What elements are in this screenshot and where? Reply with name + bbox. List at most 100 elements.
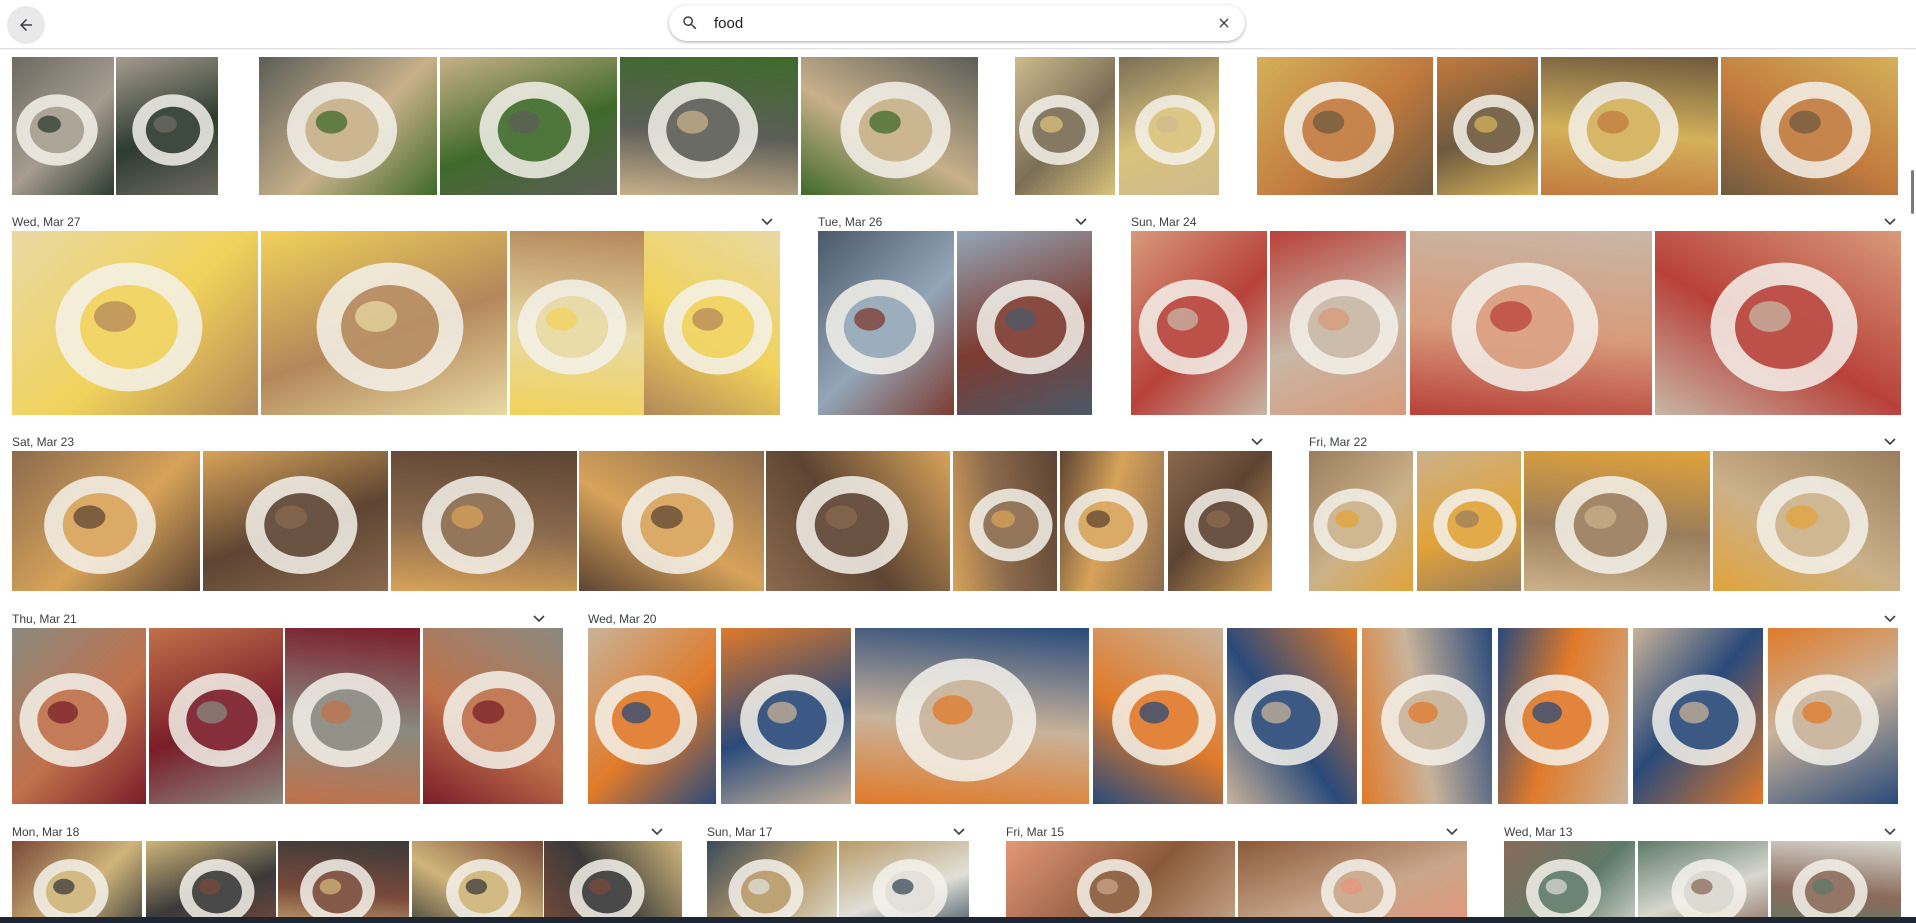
scrollbar-thumb[interactable] <box>1911 170 1914 214</box>
food-highlight-shape <box>650 505 683 529</box>
photo-thumbnail[interactable] <box>12 628 146 804</box>
photo-image <box>1756 476 1869 574</box>
photo-thumbnail[interactable] <box>285 628 420 804</box>
photo-thumbnail[interactable] <box>1131 231 1267 415</box>
back-button[interactable] <box>7 6 45 44</box>
food-highlight-shape <box>932 695 973 725</box>
photo-thumbnail[interactable] <box>1655 231 1901 415</box>
chevron-down-icon[interactable] <box>760 216 774 228</box>
photo-thumbnail[interactable] <box>544 841 682 923</box>
photo-image <box>1652 674 1756 766</box>
photo-thumbnail[interactable] <box>839 841 969 923</box>
photo-thumbnail[interactable] <box>423 628 563 804</box>
photo-thumbnail[interactable] <box>391 451 577 591</box>
photo-thumbnail[interactable] <box>203 451 388 591</box>
photo-thumbnail[interactable] <box>1270 231 1406 415</box>
food-highlight-shape <box>508 110 540 134</box>
photo-thumbnail[interactable] <box>855 628 1089 804</box>
photo-thumbnail[interactable] <box>1633 628 1763 804</box>
photo-thumbnail[interactable] <box>261 231 507 415</box>
photo-thumbnail[interactable] <box>1498 628 1628 804</box>
food-highlight-shape <box>320 701 352 724</box>
chevron-down-icon[interactable] <box>1883 216 1897 228</box>
photo-thumbnail[interactable] <box>146 841 276 923</box>
photo-image <box>1077 859 1152 923</box>
photo-thumbnail[interactable] <box>278 841 409 923</box>
chevron-down-icon[interactable] <box>952 826 966 838</box>
photo-thumbnail[interactable] <box>707 841 837 923</box>
photo-thumbnail[interactable] <box>1119 57 1219 195</box>
chevron-down-icon[interactable] <box>1883 436 1897 448</box>
photo-thumbnail[interactable] <box>1713 451 1900 591</box>
photo-thumbnail[interactable] <box>1060 451 1164 591</box>
photo-thumbnail[interactable] <box>1362 628 1492 804</box>
photo-image <box>1112 674 1216 766</box>
chevron-down-icon[interactable] <box>1445 826 1459 838</box>
photo-thumbnail[interactable] <box>1504 841 1635 923</box>
chevron-down-icon[interactable] <box>1250 436 1264 448</box>
photo-thumbnail[interactable] <box>1238 841 1467 923</box>
photo-thumbnail[interactable] <box>1524 451 1710 591</box>
photo-thumbnail[interactable] <box>1417 451 1521 591</box>
photo-thumbnail[interactable] <box>818 231 954 415</box>
photo-thumbnail[interactable] <box>12 841 142 923</box>
photo-thumbnail[interactable] <box>1227 628 1357 804</box>
photo-image <box>19 673 127 767</box>
date-group: Fri, Mar 29 <box>1015 33 1219 206</box>
photo-thumbnail[interactable] <box>116 57 218 195</box>
photo-thumbnail[interactable] <box>721 628 851 804</box>
photo-thumbnail[interactable] <box>1768 628 1898 804</box>
photo-image <box>1451 262 1599 392</box>
photo-thumbnail[interactable] <box>801 57 978 195</box>
food-highlight-shape <box>1340 878 1363 895</box>
photo-thumbnail[interactable] <box>1309 451 1413 591</box>
photo-thumbnail[interactable] <box>1638 841 1768 923</box>
clear-search-button[interactable] <box>1215 14 1233 32</box>
photo-thumbnail[interactable] <box>412 841 543 923</box>
search-bar <box>669 5 1245 41</box>
chevron-down-icon[interactable] <box>1883 826 1897 838</box>
chevron-down-icon[interactable] <box>650 826 664 838</box>
photo-thumbnail[interactable] <box>259 57 437 195</box>
photo-thumbnail[interactable] <box>1721 57 1898 195</box>
chevron-down-icon[interactable] <box>532 613 546 625</box>
photo-thumbnail[interactable] <box>1168 451 1272 591</box>
photo-thumbnail[interactable] <box>1437 57 1538 195</box>
food-highlight-shape <box>1679 701 1709 724</box>
photo-image <box>300 859 375 923</box>
chevron-down-icon[interactable] <box>1074 216 1088 228</box>
photo-thumbnail[interactable] <box>1015 57 1115 195</box>
photo-thumbnail[interactable] <box>766 451 950 591</box>
photo-thumbnail[interactable] <box>957 231 1092 415</box>
photo-thumbnail[interactable] <box>1006 841 1235 923</box>
food-highlight-shape <box>1086 510 1110 528</box>
food-highlight-shape <box>1139 701 1169 724</box>
photo-thumbnail[interactable] <box>1093 628 1223 804</box>
photo-thumbnail[interactable] <box>1257 57 1433 195</box>
photo-thumbnail[interactable] <box>620 57 798 195</box>
photo-thumbnail[interactable] <box>12 231 258 415</box>
photo-image <box>33 859 109 923</box>
photo-thumbnail[interactable] <box>953 451 1057 591</box>
photo-thumbnail[interactable] <box>440 57 617 195</box>
chevron-down-icon[interactable] <box>1883 613 1897 625</box>
photo-thumbnail[interactable] <box>1410 231 1652 415</box>
photo-thumbnail[interactable] <box>510 231 646 415</box>
photo-thumbnail[interactable] <box>149 628 283 804</box>
photo-thumbnail[interactable] <box>644 231 780 415</box>
food-highlight-shape <box>676 110 709 134</box>
food-highlight-shape <box>153 115 177 133</box>
search-input[interactable] <box>714 8 1184 38</box>
photo-image <box>286 81 398 179</box>
photo-thumbnail[interactable] <box>579 451 764 591</box>
photo-image <box>446 859 521 923</box>
photo-thumbnail[interactable] <box>12 451 200 591</box>
photo-thumbnail[interactable] <box>1771 841 1901 923</box>
group-date-label: Fri, Mar 15 <box>1006 825 1065 839</box>
photo-thumbnail[interactable] <box>12 57 114 195</box>
photo-thumbnail[interactable] <box>1541 57 1718 195</box>
food-highlight-shape <box>315 110 348 134</box>
food-highlight-shape <box>1490 301 1532 332</box>
photo-thumbnail[interactable] <box>588 628 716 804</box>
photo-image <box>1433 488 1517 562</box>
